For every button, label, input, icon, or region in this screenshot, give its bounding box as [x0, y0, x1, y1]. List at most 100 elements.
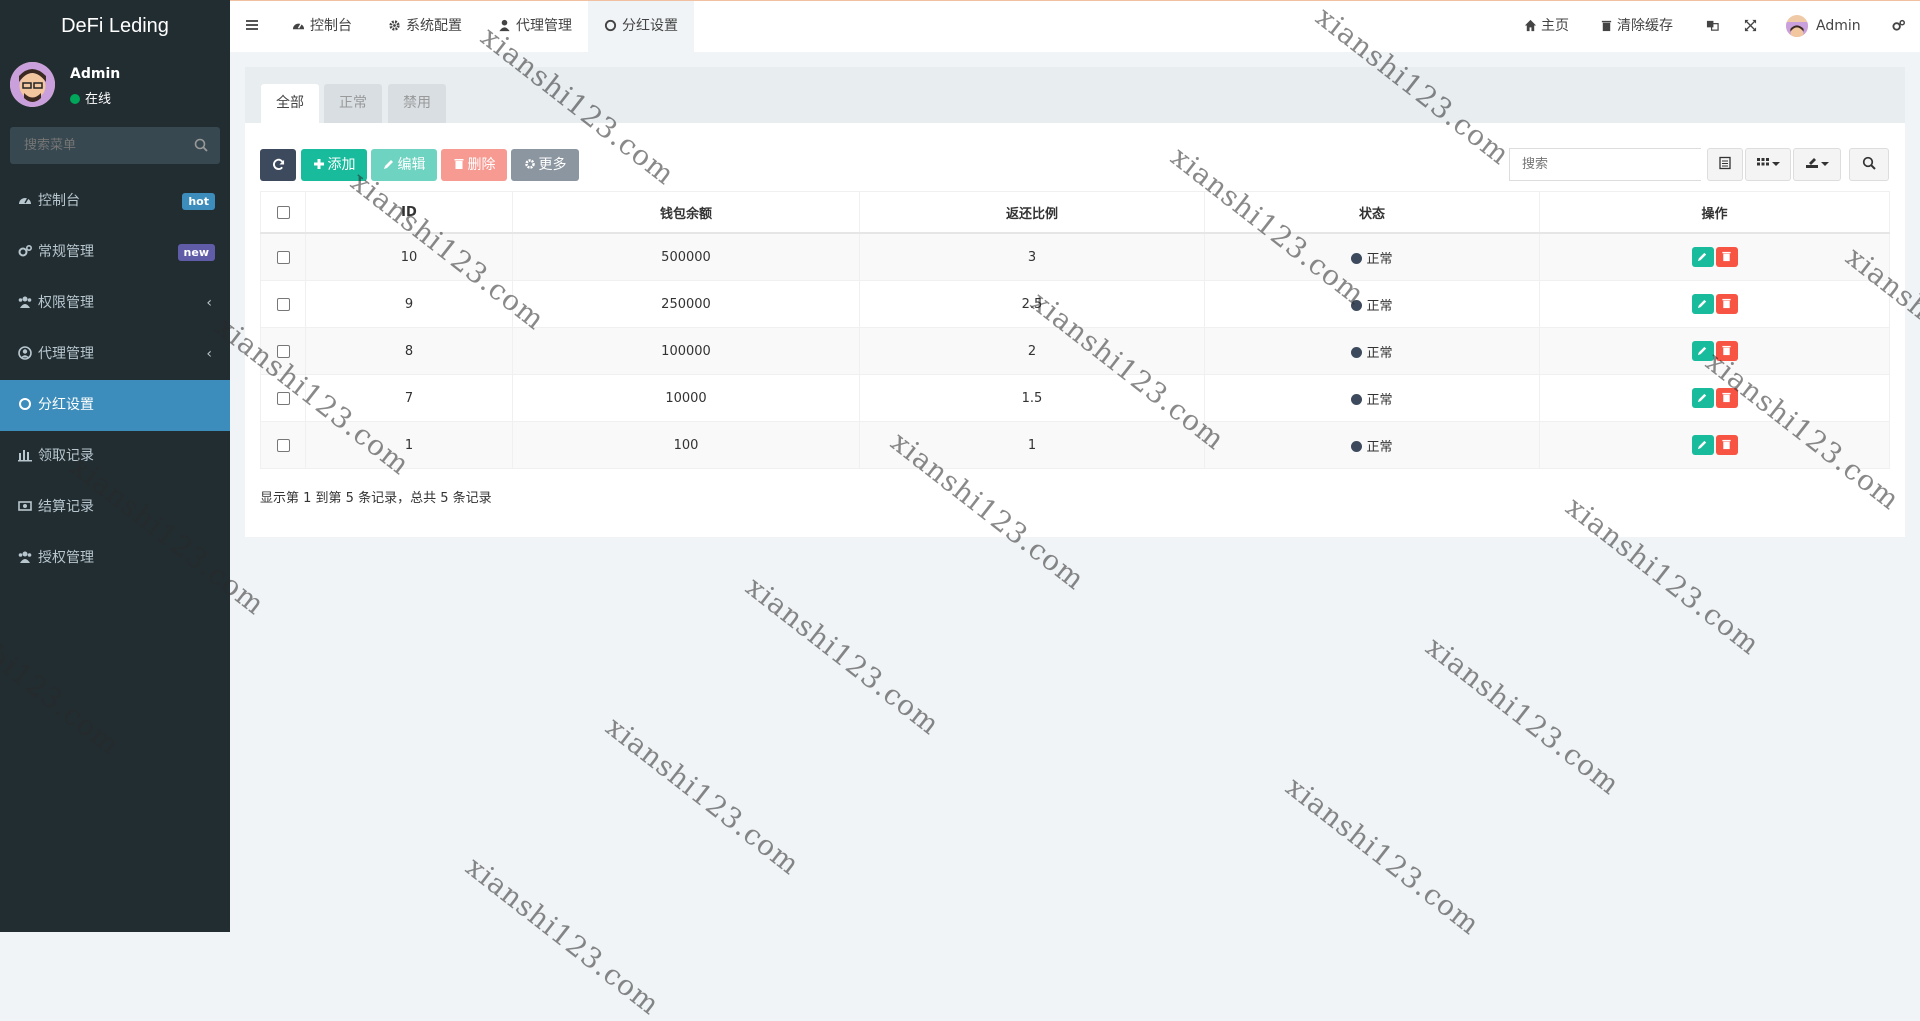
sidebar-item-label: 代理管理: [38, 346, 94, 362]
cell-ratio: 1: [859, 421, 1205, 469]
content-panel: 全部 正常 禁用 添加 编辑 删除 更多 ID 钱包余额 返还比: [245, 67, 1905, 537]
cell-actions: [1539, 421, 1890, 469]
sidebar-item-dividend[interactable]: 分红设置: [0, 380, 230, 431]
status-dot-icon: [1351, 299, 1363, 311]
row-select-cell: [260, 232, 306, 281]
row-select-cell: [260, 280, 306, 328]
table-header-row: ID 钱包余额 返还比例 状态 操作: [260, 191, 1890, 234]
user-avatar: [10, 62, 55, 107]
tab-normal[interactable]: 正常: [324, 84, 382, 123]
cell-actions: [1539, 232, 1890, 281]
settings-button[interactable]: [1892, 1, 1909, 52]
app-brand[interactable]: DeFi Leding: [0, 0, 230, 52]
cell-id: 7: [305, 374, 513, 422]
row-delete-button[interactable]: [1715, 341, 1738, 361]
language-button[interactable]: [1706, 1, 1723, 52]
row-delete-button[interactable]: [1715, 388, 1738, 408]
row-edit-button[interactable]: [1691, 388, 1714, 408]
user-circle-icon: [18, 346, 32, 360]
status-text: 正常: [1366, 392, 1393, 408]
user-panel: Admin 在线: [0, 52, 230, 126]
cell-ratio: 3: [859, 232, 1205, 281]
bars-chart-icon: [18, 450, 32, 462]
columns-dropdown-button[interactable]: [1745, 148, 1791, 181]
fullscreen-button[interactable]: [1744, 1, 1761, 52]
menu-search-input[interactable]: [10, 127, 208, 164]
advanced-search-button[interactable]: [1849, 148, 1889, 181]
column-header-status[interactable]: 状态: [1204, 191, 1540, 234]
user-status: 在线: [70, 88, 111, 107]
row-checkbox[interactable]: [276, 391, 290, 405]
sidebar-menu: 控制台 hot 常规管理 new 权限管理 ‹ 代理管理 ‹ 分红设置 领取记录…: [0, 176, 230, 584]
status-text: 正常: [1366, 439, 1393, 455]
row-checkbox[interactable]: [276, 344, 290, 358]
row-select-cell: [260, 327, 306, 375]
cell-balance: 250000: [512, 280, 860, 328]
refresh-icon: [272, 158, 284, 170]
gear-icon: [389, 20, 400, 31]
column-header-ratio[interactable]: 返还比例: [859, 191, 1205, 234]
tab-label: 分红设置: [622, 18, 678, 34]
sidebar-item-dashboard[interactable]: 控制台 hot: [0, 176, 230, 227]
th-grid-icon: [1757, 158, 1769, 166]
column-header-id[interactable]: ID: [305, 191, 513, 234]
watermark-text: xianshi123.com: [599, 710, 807, 882]
trash-icon: [454, 159, 463, 169]
select-all-cell: [260, 191, 306, 234]
clear-cache-button[interactable]: 清除缓存: [1600, 1, 1673, 52]
tab-all[interactable]: 全部: [261, 84, 319, 123]
row-edit-button[interactable]: [1691, 294, 1714, 314]
row-delete-button[interactable]: [1715, 294, 1738, 314]
dashboard-icon: [19, 197, 31, 204]
sidebar-item-claim-records[interactable]: 领取记录: [0, 431, 230, 482]
export-dropdown-button[interactable]: [1793, 148, 1841, 181]
refresh-button[interactable]: [260, 149, 296, 181]
row-checkbox[interactable]: [276, 297, 290, 311]
edit-button[interactable]: 编辑: [371, 149, 437, 181]
home-link[interactable]: 主页: [1524, 1, 1569, 52]
sidebar-item-label: 权限管理: [38, 295, 94, 311]
sidebar-item-permission[interactable]: 权限管理 ‹: [0, 278, 230, 329]
add-button[interactable]: 添加: [301, 149, 367, 181]
delete-button[interactable]: 删除: [441, 149, 507, 181]
row-edit-button[interactable]: [1691, 247, 1714, 267]
row-edit-button[interactable]: [1691, 341, 1714, 361]
row-checkbox[interactable]: [276, 250, 290, 264]
more-button[interactable]: 更多: [511, 149, 579, 181]
trash-icon: [1722, 439, 1731, 450]
status-dot-icon: [1351, 393, 1363, 405]
sidebar-item-agent[interactable]: 代理管理 ‹: [0, 329, 230, 380]
pencil-icon: [383, 160, 393, 169]
search-icon[interactable]: [194, 138, 208, 152]
cell-actions: [1539, 280, 1890, 328]
toggle-card-view-button[interactable]: [1707, 148, 1743, 181]
pencil-icon: [1697, 299, 1707, 309]
tab-system-config[interactable]: 系统配置: [372, 1, 478, 52]
tab-dividend-settings[interactable]: 分红设置: [588, 1, 694, 52]
tab-dashboard[interactable]: 控制台: [276, 1, 368, 52]
select-all-checkbox[interactable]: [276, 205, 290, 219]
table-search-input[interactable]: [1510, 149, 1704, 180]
sidebar-item-general[interactable]: 常规管理 new: [0, 227, 230, 278]
sidebar-item-authorization[interactable]: 授权管理: [0, 533, 230, 584]
tab-disabled[interactable]: 禁用: [388, 84, 446, 123]
user-menu[interactable]: Admin: [1786, 1, 1861, 52]
cell-id: 9: [305, 280, 513, 328]
row-edit-button[interactable]: [1691, 435, 1714, 455]
table-row: 10 500000 3 正常: [260, 232, 1890, 281]
row-delete-button[interactable]: [1715, 247, 1738, 267]
home-label: 主页: [1541, 18, 1569, 34]
home-icon: [1524, 19, 1537, 32]
fullscreen-icon: [1744, 19, 1757, 32]
row-checkbox[interactable]: [276, 438, 290, 452]
status-tabs-bar: 全部 正常 禁用: [245, 67, 1905, 123]
sidebar-item-settlement-records[interactable]: 结算记录: [0, 482, 230, 533]
row-delete-button[interactable]: [1715, 435, 1738, 455]
tab-agent-management[interactable]: 代理管理: [482, 1, 588, 52]
cell-id: 10: [305, 232, 513, 281]
sidebar-item-label: 常规管理: [38, 244, 94, 260]
user-avatar-small: [1786, 15, 1808, 37]
column-header-balance[interactable]: 钱包余额: [512, 191, 860, 234]
menu-toggle-icon[interactable]: [244, 17, 260, 33]
cell-ratio: 2: [859, 327, 1205, 375]
